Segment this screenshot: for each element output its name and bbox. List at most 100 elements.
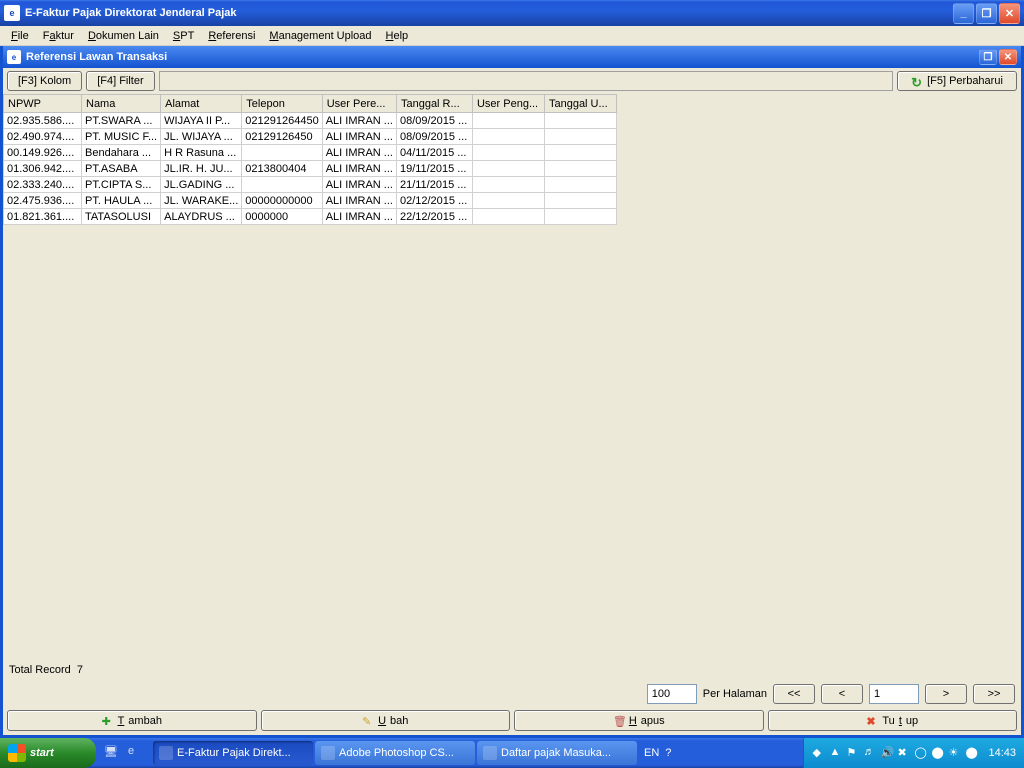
cell-telepon[interactable] <box>242 177 322 193</box>
cell-alamat[interactable]: WIJAYA II P... <box>161 113 242 129</box>
table-row[interactable]: 01.306.942....PT.ASABAJL.IR. H. JU...021… <box>4 161 617 177</box>
cell-npwp[interactable]: 02.935.586.... <box>4 113 82 129</box>
kolom-button[interactable]: [F3] Kolom <box>7 71 82 91</box>
cell-userpg[interactable] <box>472 113 544 129</box>
col-nama[interactable]: Nama <box>82 95 161 113</box>
inner-maximize-button[interactable]: ❐ <box>979 49 997 65</box>
menu-help[interactable]: Help <box>379 28 416 44</box>
tutup-button[interactable]: Tutup <box>768 710 1018 731</box>
close-button[interactable]: ✕ <box>999 3 1020 24</box>
cell-npwp[interactable]: 00.149.926.... <box>4 145 82 161</box>
refresh-button[interactable]: [F5] Perbaharui <box>897 71 1017 91</box>
cell-userp[interactable]: ALI IMRAN ... <box>322 113 396 129</box>
cell-npwp[interactable]: 02.333.240.... <box>4 177 82 193</box>
cell-userp[interactable]: ALI IMRAN ... <box>322 145 396 161</box>
tray-icon[interactable]: ◯ <box>914 746 928 760</box>
table-row[interactable]: 02.490.974....PT. MUSIC F...JL. WIJAYA .… <box>4 129 617 145</box>
cell-tglu[interactable] <box>544 129 616 145</box>
tambah-button[interactable]: Tambah <box>7 710 257 731</box>
cell-alamat[interactable]: JL.GADING ... <box>161 177 242 193</box>
ql-desktop-icon[interactable]: 🖥 <box>104 745 120 761</box>
hapus-button[interactable]: Hapus <box>514 710 764 731</box>
cell-nama[interactable]: PT.CIPTA S... <box>82 177 161 193</box>
cell-userp[interactable]: ALI IMRAN ... <box>322 177 396 193</box>
taskbar-task[interactable]: E-Faktur Pajak Direkt... <box>153 741 313 765</box>
cell-userpg[interactable] <box>472 177 544 193</box>
ql-ie-icon[interactable]: e <box>128 745 144 761</box>
cell-npwp[interactable]: 02.490.974.... <box>4 129 82 145</box>
cell-nama[interactable]: PT. MUSIC F... <box>82 129 161 145</box>
cell-telepon[interactable]: 00000000000 <box>242 193 322 209</box>
menu-dokumen[interactable]: Dokumen Lain <box>81 28 166 44</box>
cell-tglu[interactable] <box>544 161 616 177</box>
col-telepon[interactable]: Telepon <box>242 95 322 113</box>
col-alamat[interactable]: Alamat <box>161 95 242 113</box>
cell-userpg[interactable] <box>472 129 544 145</box>
page-input[interactable] <box>869 684 919 704</box>
cell-userp[interactable]: ALI IMRAN ... <box>322 209 396 225</box>
filter-input[interactable] <box>159 71 893 91</box>
tray-icon[interactable]: ☀ <box>948 746 962 760</box>
language-indicator[interactable]: EN <box>638 747 665 759</box>
cell-tglu[interactable] <box>544 145 616 161</box>
cell-telepon[interactable]: 0213800404 <box>242 161 322 177</box>
cell-tglr[interactable]: 04/11/2015 ... <box>396 145 472 161</box>
col-tanggal-ubah[interactable]: Tanggal U... <box>544 95 616 113</box>
prev-page-button[interactable]: < <box>821 684 863 704</box>
cell-telepon[interactable]: 02129126450 <box>242 129 322 145</box>
col-user-perekam[interactable]: User Pere... <box>322 95 396 113</box>
maximize-button[interactable]: ❐ <box>976 3 997 24</box>
cell-alamat[interactable]: JL. WIJAYA ... <box>161 129 242 145</box>
tray-icon[interactable]: ⬤ <box>931 746 945 760</box>
taskbar-task[interactable]: Adobe Photoshop CS... <box>315 741 475 765</box>
cell-tglr[interactable]: 08/09/2015 ... <box>396 129 472 145</box>
next-page-button[interactable]: > <box>925 684 967 704</box>
cell-userpg[interactable] <box>472 161 544 177</box>
tray-icon[interactable]: ▲ <box>829 746 843 760</box>
menu-spt[interactable]: SPT <box>166 28 201 44</box>
first-page-button[interactable]: << <box>773 684 815 704</box>
menu-management[interactable]: Management Upload <box>262 28 378 44</box>
table-row[interactable]: 01.821.361....TATASOLUSIALAYDRUS ...0000… <box>4 209 617 225</box>
cell-npwp[interactable]: 02.475.936.... <box>4 193 82 209</box>
start-button[interactable]: start <box>0 738 96 768</box>
data-grid[interactable]: NPWP Nama Alamat Telepon User Pere... Ta… <box>3 94 617 225</box>
cell-tglu[interactable] <box>544 193 616 209</box>
cell-telepon[interactable]: 021291264450 <box>242 113 322 129</box>
perpage-input[interactable] <box>647 684 697 704</box>
tray-icon[interactable]: 🔊 <box>880 746 894 760</box>
cell-userpg[interactable] <box>472 145 544 161</box>
menu-file[interactable]: File <box>4 28 36 44</box>
cell-telepon[interactable] <box>242 145 322 161</box>
cell-tglr[interactable]: 21/11/2015 ... <box>396 177 472 193</box>
col-tanggal-rekam[interactable]: Tanggal R... <box>396 95 472 113</box>
cell-alamat[interactable]: JL.IR. H. JU... <box>161 161 242 177</box>
cell-nama[interactable]: PT.ASABA <box>82 161 161 177</box>
menu-faktur[interactable]: Faktur <box>36 28 81 44</box>
cell-userp[interactable]: ALI IMRAN ... <box>322 161 396 177</box>
cell-nama[interactable]: PT.SWARA ... <box>82 113 161 129</box>
cell-npwp[interactable]: 01.821.361.... <box>4 209 82 225</box>
cell-tglr[interactable]: 08/09/2015 ... <box>396 113 472 129</box>
cell-npwp[interactable]: 01.306.942.... <box>4 161 82 177</box>
cell-userp[interactable]: ALI IMRAN ... <box>322 193 396 209</box>
cell-userpg[interactable] <box>472 209 544 225</box>
cell-alamat[interactable]: H R Rasuna ... <box>161 145 242 161</box>
cell-nama[interactable]: PT. HAULA ... <box>82 193 161 209</box>
table-row[interactable]: 02.475.936....PT. HAULA ...JL. WARAKE...… <box>4 193 617 209</box>
cell-tglr[interactable]: 19/11/2015 ... <box>396 161 472 177</box>
tray-icon[interactable]: ♬ <box>863 746 877 760</box>
filter-button[interactable]: [F4] Filter <box>86 71 154 91</box>
cell-nama[interactable]: TATASOLUSI <box>82 209 161 225</box>
col-user-pengubah[interactable]: User Peng... <box>472 95 544 113</box>
cell-userp[interactable]: ALI IMRAN ... <box>322 129 396 145</box>
help-tray-icon[interactable]: ? <box>665 747 671 759</box>
inner-close-button[interactable]: ✕ <box>999 49 1017 65</box>
tray-icon[interactable]: ⬤ <box>965 746 979 760</box>
menu-referensi[interactable]: Referensi <box>201 28 262 44</box>
cell-alamat[interactable]: ALAYDRUS ... <box>161 209 242 225</box>
cell-tglu[interactable] <box>544 177 616 193</box>
table-row[interactable]: 00.149.926....Bendahara ...H R Rasuna ..… <box>4 145 617 161</box>
table-row[interactable]: 02.333.240....PT.CIPTA S...JL.GADING ...… <box>4 177 617 193</box>
cell-tglr[interactable]: 22/12/2015 ... <box>396 209 472 225</box>
